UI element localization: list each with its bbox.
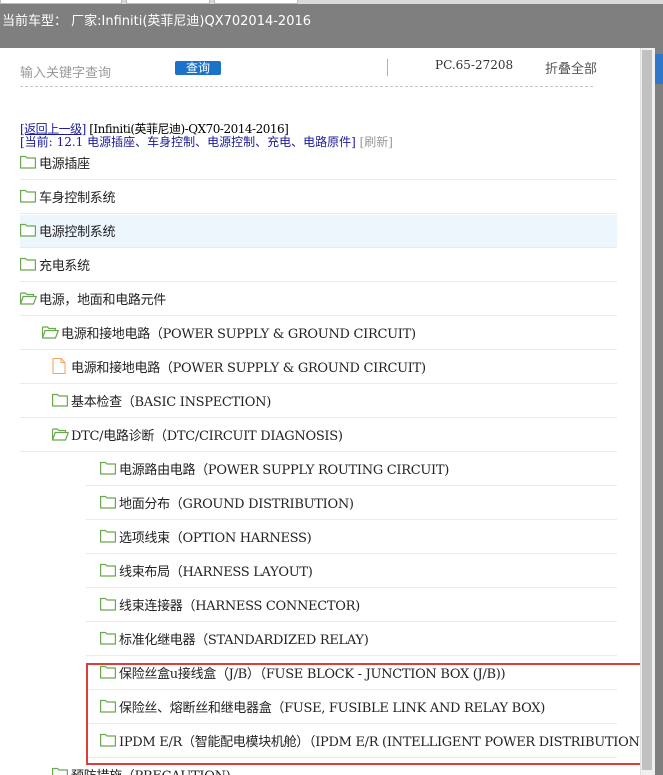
vehicle-title-bar: 当前车型： 厂家:Infiniti(英菲尼迪)QX702014-2016 xyxy=(0,4,663,48)
folder-icon xyxy=(20,154,36,169)
divider xyxy=(387,59,388,76)
right-edge-panel xyxy=(655,48,663,775)
folder-open-icon xyxy=(41,324,59,339)
tree-item[interactable]: IPDM E/R（智能配电模块机舱）（IPDM E/R (INTELLIGENT… xyxy=(86,725,640,758)
tree-item-label: 电源控制系统 xyxy=(39,225,116,240)
tree-item[interactable]: 充电系统 xyxy=(20,249,617,282)
tree-item-label: 车身控制系统 xyxy=(39,191,116,206)
tree-item-label: 电源和接地电路（POWER SUPPLY & GROUND CIRCUIT) xyxy=(71,361,426,376)
tree-item[interactable]: 标准化继电器（STANDARDIZED RELAY) xyxy=(86,623,617,656)
folder-open-icon xyxy=(51,426,69,441)
tree-item-label: 预防措施（PRECAUTION) xyxy=(71,765,231,775)
tree-item[interactable]: 保险丝、熔断丝和继电器盒（FUSE, FUSIBLE LINK AND RELA… xyxy=(86,691,617,724)
folder-icon xyxy=(52,766,68,775)
tree-item-label: 电源和接地电路（POWER SUPPLY & GROUND CIRCUIT) xyxy=(61,327,416,342)
folder-icon xyxy=(20,256,36,271)
folder-icon xyxy=(100,596,116,611)
tree-item[interactable]: 电源和接地电路（POWER SUPPLY & GROUND CIRCUIT) xyxy=(20,317,617,350)
folder-icon xyxy=(52,392,68,407)
tree-item[interactable]: DTC/电路诊断（DTC/CIRCUIT DIAGNOSIS) xyxy=(20,419,617,452)
tree-item-label: 电源路由电路（POWER SUPPLY ROUTING CIRCUIT) xyxy=(119,463,449,478)
tree-item-label: 线束布局（HARNESS LAYOUT) xyxy=(119,565,313,580)
side-tab[interactable] xyxy=(655,54,663,84)
tree-item[interactable]: 基本检查（BASIC INSPECTION) xyxy=(20,385,617,418)
tree-item-label: 选项线束（OPTION HARNESS) xyxy=(119,531,312,546)
folder-icon xyxy=(20,222,36,237)
collapse-all-button[interactable]: 折叠全部 xyxy=(545,58,597,77)
tree-item[interactable]: 车身控制系统 xyxy=(20,181,617,214)
dashed-divider xyxy=(20,86,593,87)
tree-item[interactable]: 保险丝盒u接线盒（J/B）（FUSE BLOCK - JUNCTION BOX … xyxy=(86,657,617,690)
document-icon xyxy=(52,358,68,374)
tree-item-label: DTC/电路诊断（DTC/CIRCUIT DIAGNOSIS) xyxy=(71,429,343,444)
folder-icon xyxy=(100,732,116,747)
tree-item[interactable]: 地面分布（GROUND DISTRIBUTION) xyxy=(86,487,617,520)
tree-item-label: 电源插座 xyxy=(39,157,90,172)
tree-item[interactable]: 预防措施（PRECAUTION) xyxy=(20,759,617,775)
folder-icon xyxy=(100,460,116,475)
tree-item[interactable]: 线束布局（HARNESS LAYOUT) xyxy=(86,555,617,588)
folder-open-icon xyxy=(19,290,37,305)
scrollbar-thumb[interactable] xyxy=(642,50,652,770)
tree-item[interactable]: 电源和接地电路（POWER SUPPLY & GROUND CIRCUIT) xyxy=(20,351,617,384)
tree-item-label: 电源，地面和电路元件 xyxy=(39,293,167,308)
content-panel: 输入关键字查询 查询 PC.65-27208 折叠全部 [返回上一级] [Inf… xyxy=(0,48,640,775)
query-button[interactable]: 查询 xyxy=(175,61,221,75)
tree-item-label: 地面分布（GROUND DISTRIBUTION) xyxy=(119,497,354,512)
tree-item[interactable]: 电源插座 xyxy=(20,147,617,180)
tree-item-label: 保险丝盒u接线盒（J/B）（FUSE BLOCK - JUNCTION BOX … xyxy=(119,667,506,682)
folder-icon xyxy=(100,494,116,509)
vertical-scrollbar[interactable] xyxy=(640,48,655,775)
tree-item[interactable]: 电源路由电路（POWER SUPPLY ROUTING CIRCUIT) xyxy=(86,453,617,486)
tree-item[interactable]: 选项线束（OPTION HARNESS) xyxy=(86,521,617,554)
folder-icon xyxy=(100,698,116,713)
folder-icon xyxy=(20,188,36,203)
tree-item[interactable]: 线束连接器（HARNESS CONNECTOR) xyxy=(86,589,617,622)
tree-item-label: 充电系统 xyxy=(39,259,90,274)
tree-item-label: 保险丝、熔断丝和继电器盒（FUSE, FUSIBLE LINK AND RELA… xyxy=(119,701,546,716)
tree-item-label: 基本检查（BASIC INSPECTION) xyxy=(71,395,271,410)
document-code: PC.65-27208 xyxy=(435,58,514,72)
folder-icon xyxy=(100,664,116,679)
tree-item-label: 线束连接器（HARNESS CONNECTOR) xyxy=(119,599,360,614)
tree-item-label: 标准化继电器（STANDARDIZED RELAY) xyxy=(119,633,369,648)
folder-icon xyxy=(100,562,116,577)
folder-icon xyxy=(100,528,116,543)
tree-item-label: IPDM E/R（智能配电模块机舱）（IPDM E/R (INTELLIGENT… xyxy=(119,735,640,750)
vehicle-title: 当前车型： 厂家:Infiniti(英菲尼迪)QX702014-2016 xyxy=(2,14,312,29)
tree-item[interactable]: 电源控制系统 xyxy=(20,215,617,248)
tree-item[interactable]: 电源，地面和电路元件 xyxy=(19,283,617,316)
search-input[interactable]: 输入关键字查询 xyxy=(20,62,111,81)
folder-icon xyxy=(100,630,116,645)
